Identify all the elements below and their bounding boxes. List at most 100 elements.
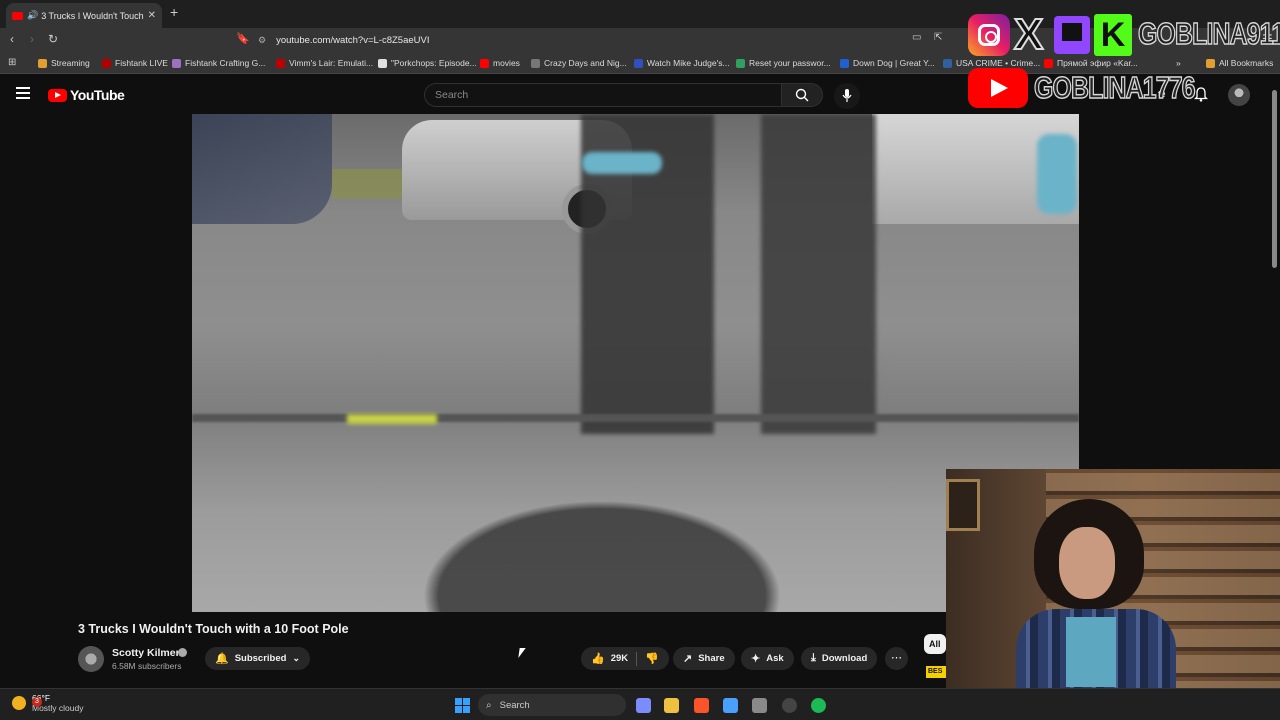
ask-label: Ask [766, 653, 784, 664]
x-twitter-icon: X [1013, 10, 1044, 59]
bookmark-label: Crazy Days and Nig... [544, 58, 627, 68]
twitch-icon [1054, 16, 1090, 54]
bookmark-favicon-icon [38, 58, 47, 68]
bookmark-item[interactable]: Down Dog | Great Y... [840, 58, 935, 68]
overlay-handle-secondary: GOBLINA1776 [1033, 69, 1196, 106]
bookmark-item[interactable]: Fishtank LIVE [102, 58, 168, 68]
chevron-down-icon: ⌄ [292, 653, 300, 663]
download-label: Download [821, 653, 868, 664]
windows-start-icon[interactable] [455, 698, 470, 713]
video-title: 3 Trucks I Wouldn't Touch with a 10 Foot… [78, 622, 349, 636]
cast-icon[interactable]: ▭ [912, 32, 921, 43]
notepad-icon[interactable] [723, 698, 738, 713]
share-icon: ↗ [683, 653, 693, 665]
spotify-icon[interactable] [811, 698, 826, 713]
instagram-icon [968, 14, 1010, 56]
bookmark-item[interactable]: Crazy Days and Nig... [531, 58, 627, 68]
webcam-person-shirt [1066, 617, 1116, 687]
video-frame-car [192, 114, 332, 224]
weather-badge: 3 [32, 697, 42, 707]
tab-title: 3 Trucks I Wouldn't Touch wi [41, 10, 144, 21]
subscribed-label: Subscribed [234, 653, 287, 664]
channel-avatar[interactable] [78, 646, 104, 672]
back-icon[interactable]: ‹ [10, 32, 14, 46]
bookmark-label: Streaming [51, 58, 90, 68]
bookmark-page-icon[interactable]: 🔖 [236, 32, 250, 45]
search-icon [795, 88, 809, 102]
settings-icon[interactable] [752, 698, 767, 713]
copilot-icon[interactable] [636, 698, 651, 713]
brave-browser-icon[interactable] [694, 698, 709, 713]
bookmark-item[interactable]: Reset your passwor... [736, 58, 831, 68]
url-field[interactable]: ⚙ youtube.com/watch?v=L-c8Z5aeUVI [258, 32, 958, 48]
screen: 🔊 3 Trucks I Wouldn't Touch wi ✕ + ‹ › ↻… [0, 0, 1280, 720]
browser-tab-active[interactable]: 🔊 3 Trucks I Wouldn't Touch wi ✕ [6, 3, 162, 28]
subscribed-button[interactable]: 🔔 Subscribed ⌄ [205, 647, 310, 670]
bookmark-favicon-icon [840, 58, 849, 68]
video-frame-yellow-mark [347, 414, 437, 424]
youtube-logo-text: YouTube [70, 87, 125, 103]
obs-icon[interactable] [782, 698, 797, 713]
subscriber-count: 6.58M subscribers [112, 661, 182, 671]
social-overlay: X K GOBLINA911 GOBLINA1776 [966, 10, 1280, 110]
windows-taskbar: 3 66°F Mostly cloudy ⌕ Search [0, 688, 1280, 720]
download-button[interactable]: ⤓ Download [801, 647, 878, 670]
site-info-icon[interactable]: ⚙ [258, 35, 266, 46]
bookmark-item[interactable]: Watch Mike Judge's... [634, 58, 730, 68]
bookmark-item[interactable]: movies [480, 58, 520, 68]
bookmark-favicon-icon [378, 58, 387, 68]
chip-all[interactable]: All [924, 634, 946, 654]
audio-playing-icon[interactable]: 🔊 [27, 10, 38, 21]
share-page-icon[interactable]: ⇱ [934, 32, 942, 43]
bookmark-item[interactable]: Vimm's Lair: Emulati... [276, 58, 373, 68]
bookmark-item[interactable]: Fishtank Crafting G... [172, 58, 265, 68]
ask-button[interactable]: ✦ Ask [741, 647, 794, 670]
overlay-handle-primary: GOBLINA911 [1137, 15, 1280, 52]
bookmark-label: Reset your passwor... [749, 58, 831, 68]
bookmark-favicon-icon [102, 58, 111, 68]
youtube-favicon-icon [12, 11, 23, 20]
youtube-logo[interactable]: YouTube [48, 87, 125, 103]
bookmark-favicon-icon [172, 58, 181, 68]
search-icon: ⌕ [486, 699, 492, 711]
bookmark-label: "Porkchops: Episode... [391, 58, 477, 68]
mouse-cursor-icon [518, 648, 526, 658]
bookmark-favicon-icon [634, 58, 643, 68]
search-button[interactable] [781, 83, 823, 107]
apps-grid-icon[interactable]: ⊞ [8, 57, 16, 68]
bookmark-label: Vimm's Lair: Emulati... [289, 58, 374, 68]
webcam-picture-frame [946, 479, 980, 531]
share-button[interactable]: ↗ Share [673, 647, 735, 670]
taskbar-search[interactable]: ⌕ Search [478, 694, 626, 716]
weather-sun-icon [12, 696, 26, 710]
bookmark-item[interactable]: "Porkchops: Episode... [378, 58, 477, 68]
menu-icon[interactable] [16, 87, 30, 99]
sparkle-icon: ✦ [751, 653, 761, 665]
close-tab-icon[interactable]: ✕ [148, 10, 156, 21]
youtube-overlay-icon [968, 68, 1028, 108]
like-dislike-group: 👍 29K 👎 [581, 647, 669, 670]
bookmark-favicon-icon [480, 58, 489, 68]
share-label: Share [698, 653, 725, 664]
like-count[interactable]: 29K [611, 653, 628, 664]
url-text: youtube.com/watch?v=L-c8Z5aeUVI [276, 34, 430, 46]
dislike-icon[interactable]: 👎 [645, 652, 659, 665]
more-actions-button[interactable]: ⋯ [885, 647, 908, 670]
like-divider [636, 651, 638, 666]
webcam-person-face [1059, 527, 1115, 599]
search-input[interactable]: Search [424, 83, 782, 107]
channel-name[interactable]: Scotty Kilmer [112, 647, 180, 659]
new-tab-icon[interactable]: + [170, 4, 178, 20]
video-frame-glove [582, 152, 662, 174]
weather-widget[interactable]: 3 66°F Mostly cloudy [12, 693, 84, 713]
bookmark-item[interactable]: Streaming [38, 58, 90, 68]
voice-search-button[interactable] [834, 83, 860, 109]
reload-icon[interactable]: ↻ [48, 32, 58, 46]
forward-icon[interactable]: › [30, 32, 34, 46]
bookmark-favicon-icon [943, 58, 952, 68]
file-explorer-icon[interactable] [664, 698, 679, 713]
microphone-icon [842, 89, 852, 102]
page-scrollbar[interactable] [1272, 90, 1277, 268]
bell-icon: 🔔 [215, 653, 229, 665]
like-icon[interactable]: 👍 [591, 652, 605, 665]
